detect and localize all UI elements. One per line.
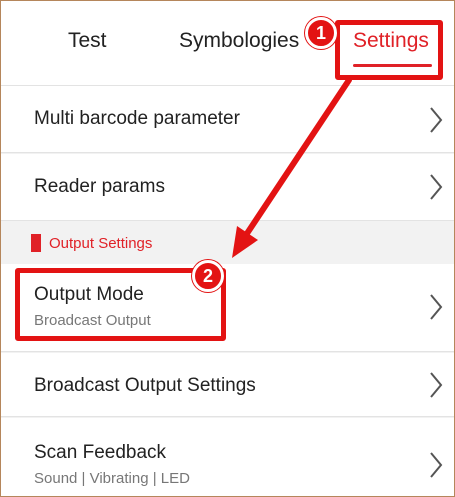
chevron-right-icon xyxy=(428,105,444,135)
settings-row-multi-barcode[interactable]: Multi barcode parameter xyxy=(1,86,454,153)
tab-bar: Test Symbologies Settings xyxy=(1,1,454,86)
row-title: Reader params xyxy=(34,176,165,197)
tab-test[interactable]: Test xyxy=(68,29,107,53)
chevron-right-icon xyxy=(428,450,444,480)
settings-row-reader-params[interactable]: Reader params xyxy=(1,154,454,221)
tab-symbologies[interactable]: Symbologies xyxy=(179,29,299,53)
section-marker xyxy=(31,234,41,252)
row-subtitle: Sound | Vibrating | LED xyxy=(34,470,190,487)
settings-row-scan-feedback[interactable]: Scan Feedback Sound | Vibrating | LED xyxy=(1,418,454,496)
chevron-right-icon xyxy=(428,370,444,400)
active-tab-indicator xyxy=(353,64,432,67)
row-subtitle: Broadcast Output xyxy=(34,312,151,329)
section-label: Output Settings xyxy=(49,235,153,252)
section-header-output-settings: Output Settings xyxy=(1,222,454,264)
chevron-right-icon xyxy=(428,292,444,322)
settings-row-output-mode[interactable]: Output Mode Broadcast Output xyxy=(1,264,454,352)
settings-row-broadcast-output-settings[interactable]: Broadcast Output Settings xyxy=(1,353,454,417)
app-frame: Test Symbologies Settings Multi barcode … xyxy=(0,0,455,497)
row-title: Scan Feedback xyxy=(34,442,167,463)
row-title: Multi barcode parameter xyxy=(34,108,240,129)
row-title: Broadcast Output Settings xyxy=(34,375,256,396)
chevron-right-icon xyxy=(428,172,444,202)
tab-settings[interactable]: Settings xyxy=(353,29,429,53)
row-title: Output Mode xyxy=(34,284,144,305)
